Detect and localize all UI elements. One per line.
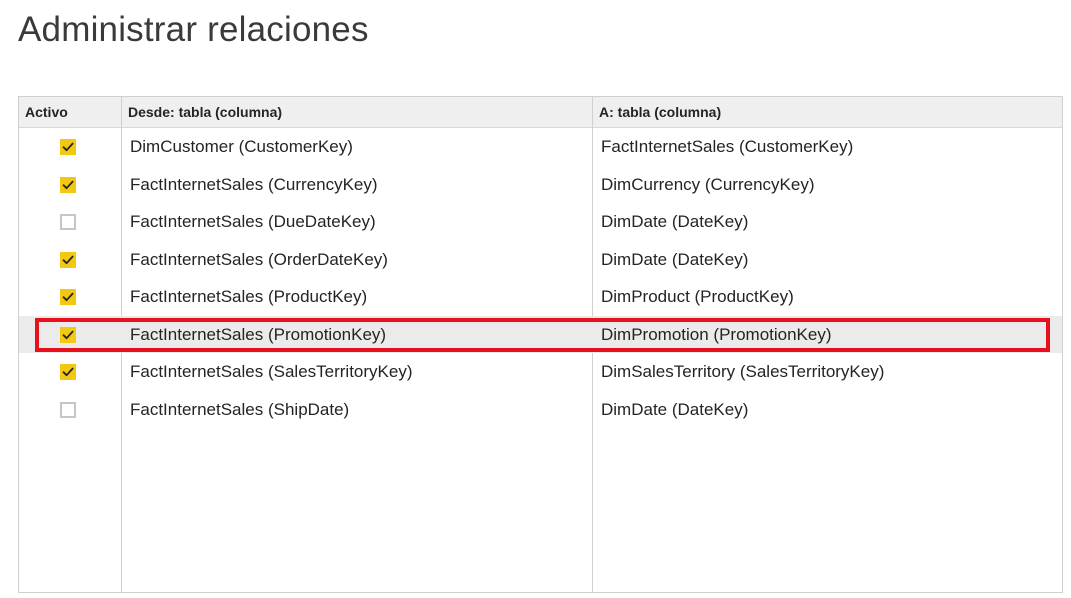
active-checkbox-checked[interactable] — [60, 139, 76, 155]
active-checkbox-checked[interactable] — [60, 326, 76, 343]
from-table-column: FactInternetSales (CurrencyKey) — [130, 174, 378, 194]
from-table-column: FactInternetSales (ShipDate) — [130, 399, 350, 419]
checkmark-icon — [60, 289, 76, 305]
table-row[interactable]: DimCustomer (CustomerKey) FactInternetSal… — [19, 128, 1062, 166]
to-table-column: FactInternetSales (CustomerKey) — [601, 137, 854, 156]
table-row[interactable]: FactInternetSales (ProductKey) DimProduct… — [19, 278, 1062, 316]
column-header-active[interactable]: Activo — [19, 97, 121, 127]
column-header-from[interactable]: Desde: tabla (columna) — [122, 97, 592, 127]
to-table-column: DimDate (DateKey) — [601, 399, 749, 419]
to-table-column: DimDate (DateKey) — [601, 212, 749, 231]
table-row[interactable]: FactInternetSales (PromotionKey) DimPromo… — [19, 315, 1062, 353]
checkmark-icon — [60, 177, 76, 193]
relationships-table: Activo Desde: tabla (columna) A: tabla (… — [18, 96, 1063, 593]
checkmark-icon — [60, 252, 76, 268]
checkmark-icon — [60, 139, 76, 155]
column-header-to[interactable]: A: tabla (columna) — [593, 97, 1063, 127]
table-row[interactable]: FactInternetSales (SalesTerritoryKey) Dim… — [19, 353, 1062, 391]
active-checkbox-checked[interactable] — [60, 251, 76, 268]
from-table-column: FactInternetSales (DueDateKey) — [130, 212, 376, 231]
table-row[interactable]: FactInternetSales (OrderDateKey) DimDate … — [19, 241, 1062, 279]
to-table-column: DimProduct (ProductKey) — [601, 287, 794, 306]
from-table-column: FactInternetSales (OrderDateKey) — [130, 249, 388, 269]
table-header: Activo Desde: tabla (columna) A: tabla (… — [19, 97, 1062, 128]
from-table-column: FactInternetSales (PromotionKey) — [130, 324, 387, 344]
from-table-column: FactInternetSales (ProductKey) — [130, 287, 368, 306]
to-table-column: DimSalesTerritory (SalesTerritoryKey) — [601, 362, 885, 381]
to-table-column: DimCurrency (CurrencyKey) — [601, 174, 815, 194]
page-title: Administrar relaciones — [18, 10, 369, 49]
table-row[interactable]: FactInternetSales (ShipDate) DimDate (Dat… — [19, 391, 1062, 429]
checkmark-icon — [60, 364, 76, 380]
from-table-column: FactInternetSales (SalesTerritoryKey) — [130, 362, 413, 381]
active-checkbox-unchecked[interactable] — [60, 401, 76, 418]
active-checkbox-checked[interactable] — [60, 364, 76, 380]
to-table-column: DimPromotion (PromotionKey) — [601, 324, 832, 344]
to-table-column: DimDate (DateKey) — [601, 249, 749, 269]
active-checkbox-checked[interactable] — [60, 176, 76, 193]
from-table-column: DimCustomer (CustomerKey) — [130, 137, 353, 156]
active-checkbox-checked[interactable] — [60, 289, 76, 305]
active-checkbox-unchecked[interactable] — [60, 214, 76, 230]
table-row[interactable]: FactInternetSales (CurrencyKey) DimCurren… — [19, 166, 1062, 204]
checkmark-icon — [60, 327, 76, 343]
table-row[interactable]: FactInternetSales (DueDateKey) DimDate (D… — [19, 203, 1062, 241]
